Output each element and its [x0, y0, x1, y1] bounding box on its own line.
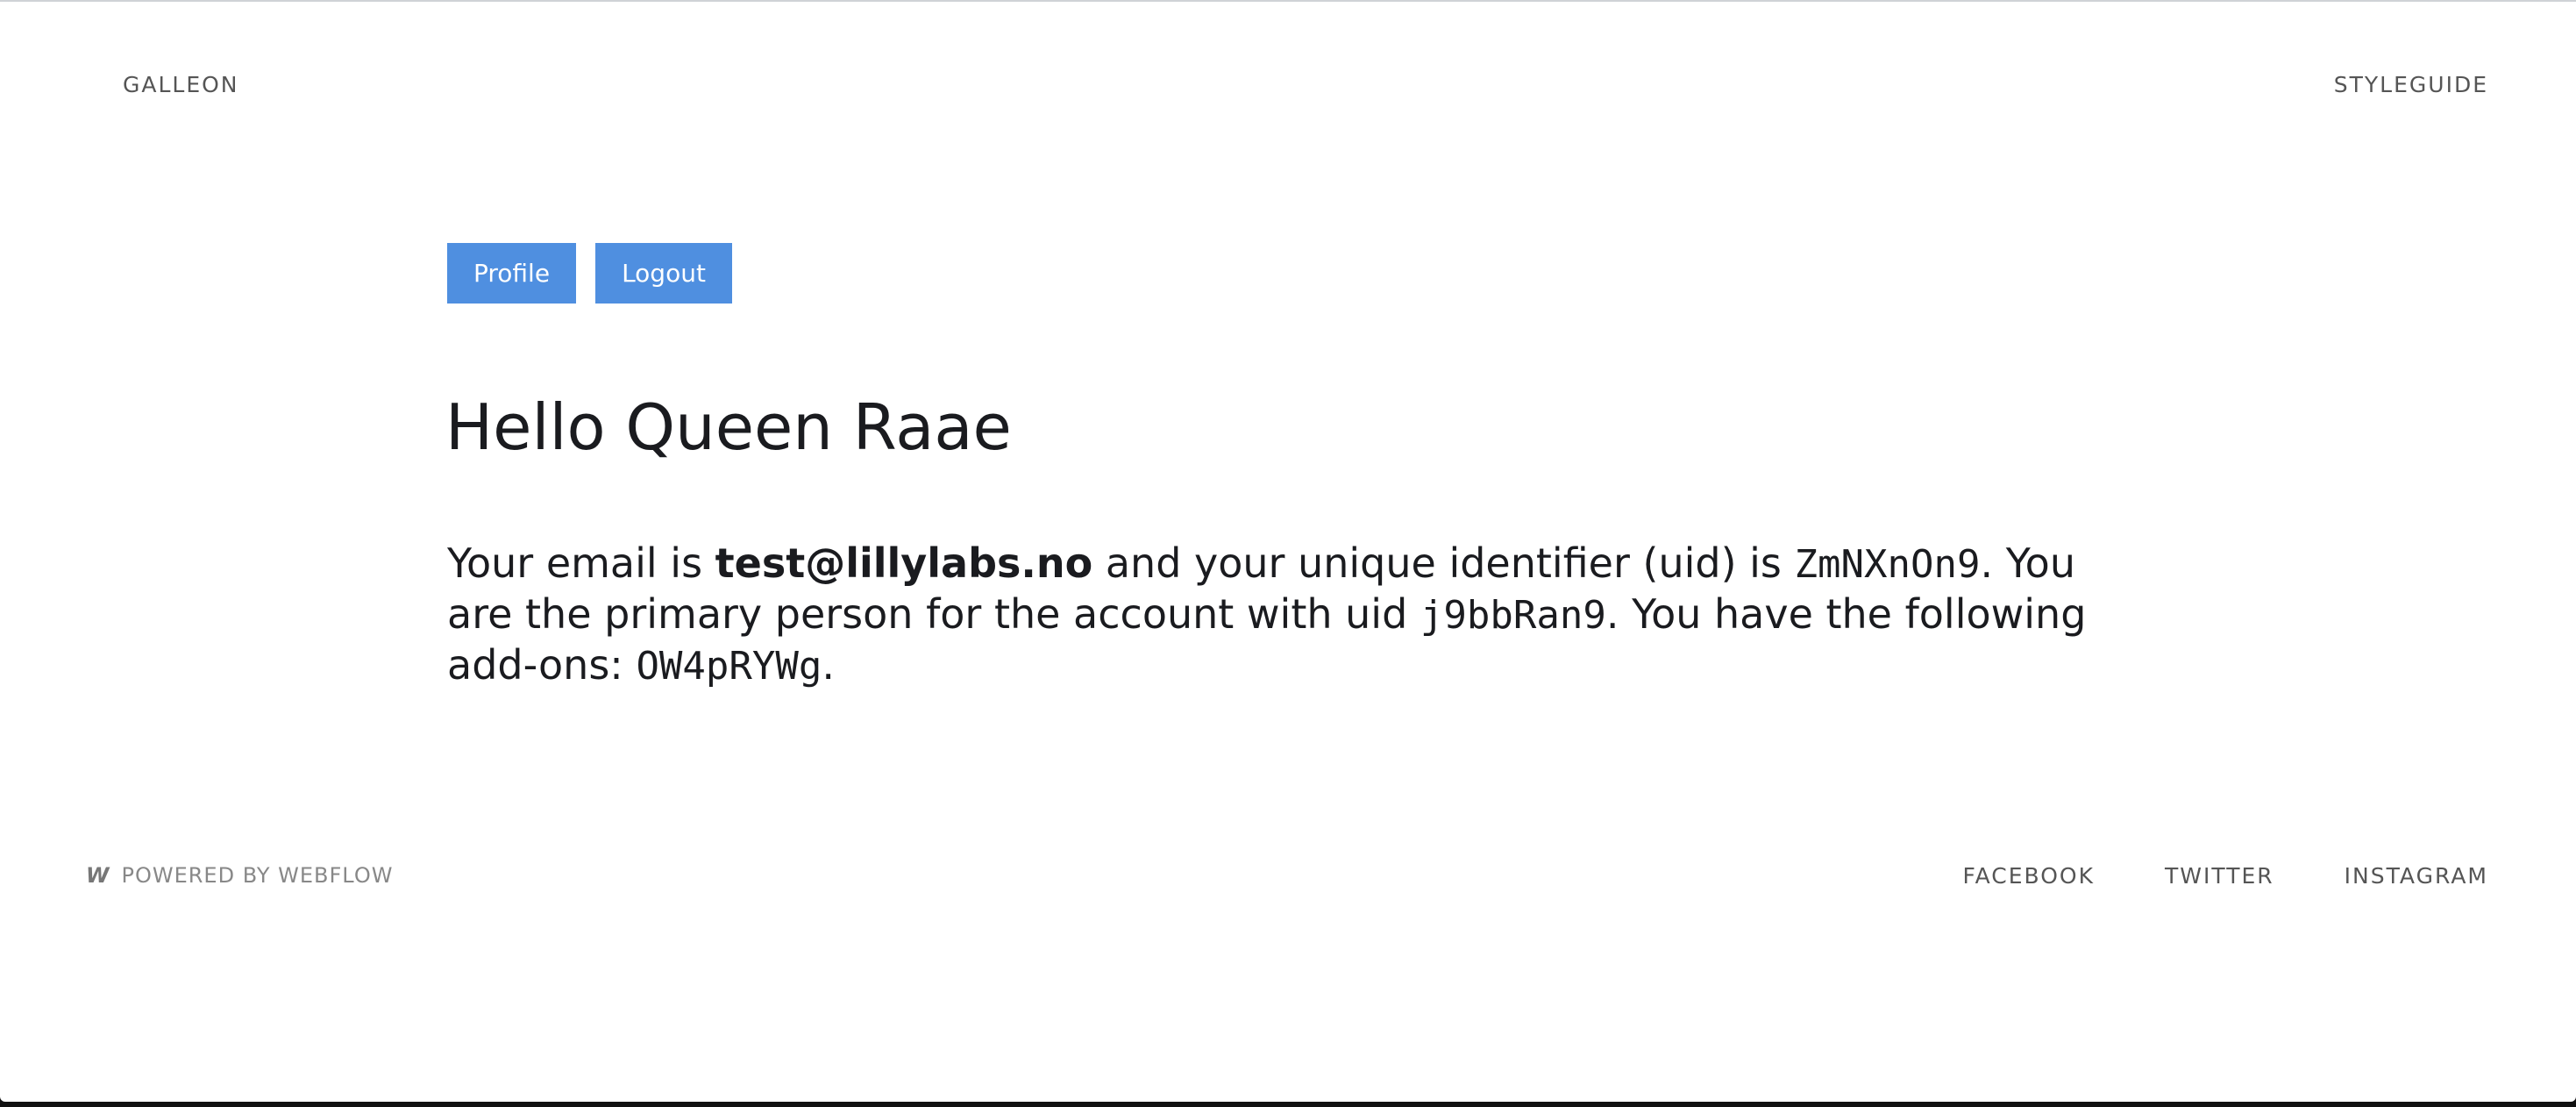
- email-prefix: Your email is: [447, 539, 715, 587]
- webflow-logo-icon: W: [86, 863, 110, 888]
- uid-value: ZmNXnOn9: [1794, 542, 1981, 587]
- uid-prefix: and your unique identifier (uid) is: [1092, 539, 1795, 587]
- social-links: FACEBOOK TWITTER INSTAGRAM: [1963, 863, 2488, 889]
- account-actions: Profile Logout: [447, 243, 732, 304]
- summary-end: .: [822, 641, 835, 689]
- facebook-link[interactable]: FACEBOOK: [1963, 863, 2095, 889]
- page-title: Hello Queen Raae: [445, 390, 1012, 464]
- logout-button[interactable]: Logout: [595, 243, 732, 304]
- email-value: test@lillylabs.no: [715, 539, 1093, 587]
- styleguide-link[interactable]: STYLEGUIDE: [2334, 72, 2488, 97]
- account-summary: Your email is test@lillylabs.no and your…: [447, 539, 2139, 691]
- instagram-link[interactable]: INSTAGRAM: [2345, 863, 2488, 889]
- addons-value: OW4pRYWg: [636, 644, 822, 689]
- window-bottom-edge: [0, 1096, 2576, 1107]
- profile-button[interactable]: Profile: [447, 243, 577, 304]
- account-uid-value: j9bbRan9: [1420, 593, 1606, 638]
- powered-by-webflow-link[interactable]: W POWERED BY WEBFLOW: [86, 863, 393, 888]
- powered-by-label: POWERED BY WEBFLOW: [121, 863, 394, 888]
- page-bottom-edge: [0, 1096, 2576, 1102]
- top-divider: [0, 0, 2576, 2]
- twitter-link[interactable]: TWITTER: [2165, 863, 2274, 889]
- brand-link[interactable]: GALLEON: [123, 72, 239, 97]
